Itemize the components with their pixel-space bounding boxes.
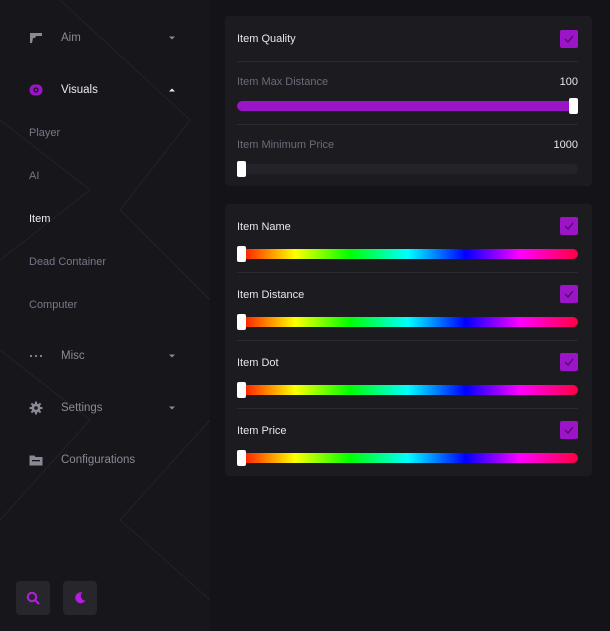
item-name-checkbox[interactable]: [560, 217, 578, 235]
search-icon: [26, 591, 40, 605]
slider-fill: [237, 101, 578, 111]
item-settings-panel: Item Quality Item Max Distance 100 Item …: [225, 16, 592, 186]
item-quality-row: Item Quality: [237, 30, 578, 53]
checkmark-icon: [564, 222, 574, 230]
item-price-checkbox[interactable]: [560, 421, 578, 439]
sidebar: Aim Visuals Player AI Item Dead Containe…: [0, 0, 210, 631]
max-distance-label: Item Max Distance: [237, 76, 329, 88]
chevron-down-icon: [169, 36, 175, 40]
checkmark-icon: [564, 290, 574, 298]
divider: [237, 61, 578, 62]
item-distance-checkbox[interactable]: [560, 285, 578, 303]
sub-item-player[interactable]: Player: [29, 127, 60, 139]
slider-thumb[interactable]: [569, 98, 578, 114]
sub-item-item[interactable]: Item: [29, 213, 50, 225]
gun-icon: [29, 31, 43, 45]
checkmark-icon: [564, 426, 574, 434]
divider: [237, 340, 578, 341]
color-row-label: Item Name: [237, 221, 291, 233]
nav-item-misc[interactable]: Misc: [0, 341, 190, 371]
nav-item-label: Visuals: [61, 84, 98, 96]
nav-item-configurations[interactable]: Configurations: [0, 445, 190, 475]
min-price-value: 1000: [553, 139, 578, 151]
color-row-label: Item Distance: [237, 289, 305, 301]
nav-item-label: Configurations: [61, 454, 136, 466]
color-settings-panel: Item Name Item Distance Item Dot Item Pr…: [225, 204, 592, 476]
color-row-item-distance: Item Distance: [237, 285, 578, 330]
slider-thumb[interactable]: [237, 246, 246, 262]
nav-item-visuals[interactable]: Visuals: [0, 75, 190, 105]
sub-item-dead-container[interactable]: Dead Container: [29, 256, 106, 268]
nav-item-settings[interactable]: Settings: [0, 393, 190, 423]
eye-icon: [29, 83, 43, 97]
slider-thumb[interactable]: [237, 450, 246, 466]
checkmark-icon: [564, 35, 574, 43]
divider: [237, 408, 578, 409]
item-dot-color-slider[interactable]: [237, 382, 578, 398]
nav-item-label: Settings: [61, 402, 103, 414]
min-price-label: Item Minimum Price: [237, 139, 335, 151]
nav-item-label: Misc: [61, 350, 85, 362]
moon-icon: [75, 592, 86, 604]
chevron-up-icon: [169, 88, 175, 92]
checkmark-icon: [564, 358, 574, 366]
chevron-down-icon: [169, 406, 175, 410]
item-name-color-slider[interactable]: [237, 246, 578, 262]
min-price-row: Item Minimum Price 1000: [237, 139, 578, 179]
slider-thumb[interactable]: [237, 382, 246, 398]
nav-item-label: Aim: [61, 32, 81, 44]
color-row-label: Item Price: [237, 425, 287, 437]
max-distance-value: 100: [559, 76, 578, 88]
theme-toggle-button[interactable]: [63, 581, 97, 615]
item-quality-checkbox[interactable]: [560, 30, 578, 48]
max-distance-row: Item Max Distance 100: [237, 76, 578, 116]
sub-item-ai[interactable]: AI: [29, 170, 39, 182]
folder-icon: [29, 453, 43, 467]
sub-item-computer[interactable]: Computer: [29, 299, 77, 311]
color-row-label: Item Dot: [237, 357, 279, 369]
color-row-item-dot: Item Dot: [237, 353, 578, 398]
divider: [237, 124, 578, 125]
item-price-color-slider[interactable]: [237, 450, 578, 466]
divider: [237, 272, 578, 273]
color-row-item-name: Item Name: [237, 217, 578, 262]
chevron-down-icon: [169, 354, 175, 358]
dots-icon: [29, 349, 43, 363]
search-button[interactable]: [16, 581, 50, 615]
slider-thumb[interactable]: [237, 161, 246, 177]
nav-item-aim[interactable]: Aim: [0, 23, 190, 53]
item-quality-label: Item Quality: [237, 33, 296, 45]
item-dot-checkbox[interactable]: [560, 353, 578, 371]
color-row-item-price: Item Price: [237, 421, 578, 466]
max-distance-slider[interactable]: [237, 98, 578, 114]
min-price-slider[interactable]: [237, 161, 578, 177]
item-distance-color-slider[interactable]: [237, 314, 578, 330]
slider-thumb[interactable]: [237, 314, 246, 330]
gear-icon: [29, 401, 43, 415]
